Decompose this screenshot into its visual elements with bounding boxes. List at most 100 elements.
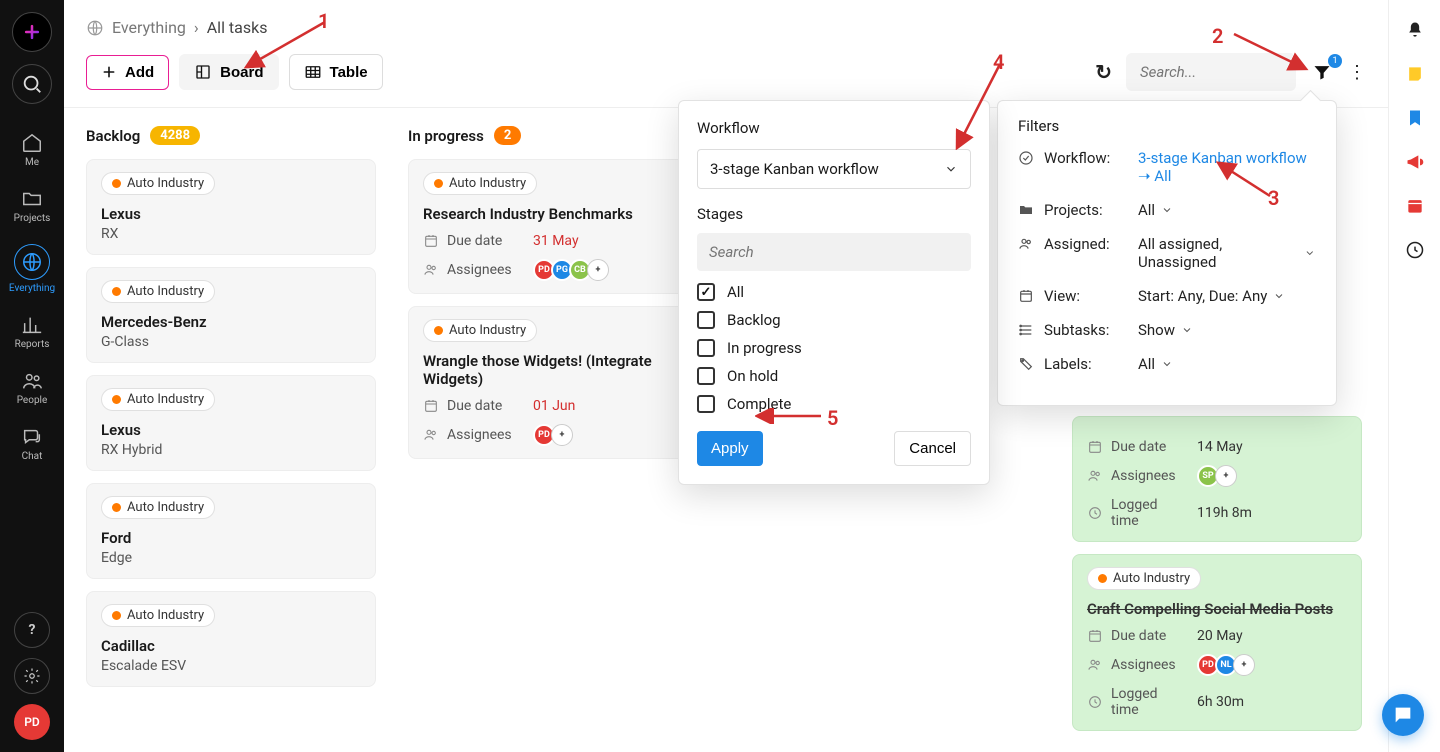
refresh-button[interactable]: ↻ xyxy=(1095,60,1112,84)
bell-icon[interactable] xyxy=(1405,20,1425,40)
task-card[interactable]: Auto Industry Ford Edge xyxy=(86,483,376,579)
global-search-button[interactable] xyxy=(12,64,52,104)
task-card[interactable]: Auto Industry Craft Compelling Social Me… xyxy=(1072,554,1362,731)
user-avatar[interactable]: PD xyxy=(14,704,50,740)
project-tag[interactable]: Auto Industry xyxy=(1087,567,1201,590)
task-card[interactable]: Auto Industry Cadillac Escalade ESV xyxy=(86,591,376,687)
stage-option[interactable]: Backlog xyxy=(697,311,971,329)
chevron-down-icon xyxy=(1273,290,1285,302)
task-title: Wrangle those Widgets! (Integrate Widget… xyxy=(423,352,683,388)
global-add-button[interactable] xyxy=(12,12,52,52)
assignees-label: Assignees xyxy=(1111,657,1176,673)
filter-row-label: Labels: xyxy=(1044,355,1092,373)
add-assignee-button[interactable]: + xyxy=(551,424,573,446)
settings-button[interactable] xyxy=(14,658,50,694)
filter-row[interactable]: Projects: All xyxy=(1018,201,1316,219)
megaphone-icon[interactable] xyxy=(1405,152,1425,172)
due-date-label: Due date xyxy=(1111,439,1166,455)
task-title: Mercedes-Benz xyxy=(101,313,361,331)
column-backlog: Backlog 4288 Auto Industry Lexus RX Auto… xyxy=(86,126,376,699)
task-card[interactable]: Auto Industry Lexus RX Hybrid xyxy=(86,375,376,471)
filters-popover: Filters Workflow: 3-stage Kanban workflo… xyxy=(997,100,1337,406)
help-button[interactable]: ? xyxy=(14,612,50,648)
more-menu-button[interactable]: ⋮ xyxy=(1348,62,1366,83)
task-card[interactable]: Auto Industry Mercedes-Benz G-Class xyxy=(86,267,376,363)
nav-projects[interactable]: Projects xyxy=(14,188,51,224)
breadcrumb-sep: › xyxy=(194,18,199,37)
task-card[interactable]: Due date14 May AssigneesSP+ Logged time1… xyxy=(1072,416,1362,542)
add-button-label: Add xyxy=(125,64,154,81)
calendar-icon[interactable] xyxy=(1405,196,1425,216)
filter-row-label: Projects: xyxy=(1044,201,1103,219)
nav-people-label: People xyxy=(17,395,48,406)
project-tag[interactable]: Auto Industry xyxy=(423,319,537,342)
assignees-label: Assignees xyxy=(447,427,512,443)
nav-people[interactable]: People xyxy=(17,370,48,406)
view-table-button[interactable]: Table xyxy=(289,54,383,90)
filter-row-value[interactable]: All xyxy=(1138,355,1316,373)
task-subtitle: RX xyxy=(101,226,361,242)
search-input[interactable] xyxy=(1126,53,1296,91)
project-tag[interactable]: Auto Industry xyxy=(101,604,215,627)
filter-row[interactable]: Subtasks: Show xyxy=(1018,321,1316,339)
column-inprogress: In progress 2 Auto Industry Research Ind… xyxy=(408,126,698,471)
add-assignee-button[interactable]: + xyxy=(1233,654,1255,676)
project-tag[interactable]: Auto Industry xyxy=(101,496,215,519)
nav-me[interactable]: Me xyxy=(21,132,43,168)
view-board-button[interactable]: Board xyxy=(179,54,278,90)
filter-button[interactable]: 1 xyxy=(1310,60,1334,84)
filter-row-icon xyxy=(1018,202,1034,218)
checkbox[interactable] xyxy=(697,367,715,385)
note-icon[interactable] xyxy=(1405,64,1425,84)
filter-row[interactable]: Labels: All xyxy=(1018,355,1316,373)
stage-option[interactable]: On hold xyxy=(697,367,971,385)
add-assignee-button[interactable]: + xyxy=(587,259,609,281)
nav-everything[interactable]: Everything xyxy=(9,244,55,294)
cancel-button[interactable]: Cancel xyxy=(894,431,971,466)
checkbox[interactable] xyxy=(697,283,715,301)
stage-search-input[interactable] xyxy=(697,233,971,271)
bookmark-icon[interactable] xyxy=(1405,108,1425,128)
chevron-down-icon xyxy=(944,162,958,176)
workflow-select[interactable]: 3-stage Kanban workflow xyxy=(697,149,971,189)
project-tag[interactable]: Auto Industry xyxy=(101,388,215,411)
stage-option[interactable]: All xyxy=(697,283,971,301)
support-chat-button[interactable] xyxy=(1382,694,1424,736)
clock-icon[interactable] xyxy=(1405,240,1425,260)
task-card[interactable]: Auto Industry Research Industry Benchmar… xyxy=(408,159,698,294)
stage-option[interactable]: In progress xyxy=(697,339,971,357)
nav-reports[interactable]: Reports xyxy=(15,314,50,350)
breadcrumb-root[interactable]: Everything xyxy=(112,18,186,37)
project-tag[interactable]: Auto Industry xyxy=(423,172,537,195)
project-tag[interactable]: Auto Industry xyxy=(101,280,215,303)
checkbox[interactable] xyxy=(697,339,715,357)
filter-row-label: Subtasks: xyxy=(1044,321,1109,339)
filter-row-value[interactable]: Start: Any, Due: Any xyxy=(1138,287,1316,305)
project-tag[interactable]: Auto Industry xyxy=(101,172,215,195)
filter-row-value[interactable]: All xyxy=(1138,201,1316,219)
filter-row-value[interactable]: 3-stage Kanban workflow ➝ All xyxy=(1138,149,1316,185)
stage-label: Complete xyxy=(727,395,791,413)
filter-row[interactable]: Workflow: 3-stage Kanban workflow ➝ All xyxy=(1018,149,1316,185)
stage-option[interactable]: Complete xyxy=(697,395,971,413)
apply-button[interactable]: Apply xyxy=(697,431,763,466)
add-button[interactable]: Add xyxy=(86,55,169,90)
task-card[interactable]: Auto Industry Wrangle those Widgets! (In… xyxy=(408,306,698,459)
globe-icon xyxy=(86,19,104,37)
nav-chat[interactable]: Chat xyxy=(21,426,43,462)
filter-row-value[interactable]: All assigned, Unassigned xyxy=(1138,235,1316,271)
checkbox[interactable] xyxy=(697,395,715,413)
filter-row[interactable]: Assigned: All assigned, Unassigned xyxy=(1018,235,1316,271)
task-card[interactable]: Auto Industry Lexus RX xyxy=(86,159,376,255)
filter-row[interactable]: View: Start: Any, Due: Any xyxy=(1018,287,1316,305)
checkbox[interactable] xyxy=(697,311,715,329)
breadcrumb-leaf[interactable]: All tasks xyxy=(207,18,268,37)
filter-row-value[interactable]: Show xyxy=(1138,321,1316,339)
view-table-label: Table xyxy=(330,64,368,81)
workflow-select-value: 3-stage Kanban workflow xyxy=(710,160,879,178)
stage-label: All xyxy=(727,283,744,301)
due-date-value: 14 May xyxy=(1197,439,1243,455)
add-assignee-button[interactable]: + xyxy=(1215,465,1237,487)
filter-row-icon xyxy=(1018,236,1034,252)
column-inprogress-title: In progress xyxy=(408,127,484,145)
